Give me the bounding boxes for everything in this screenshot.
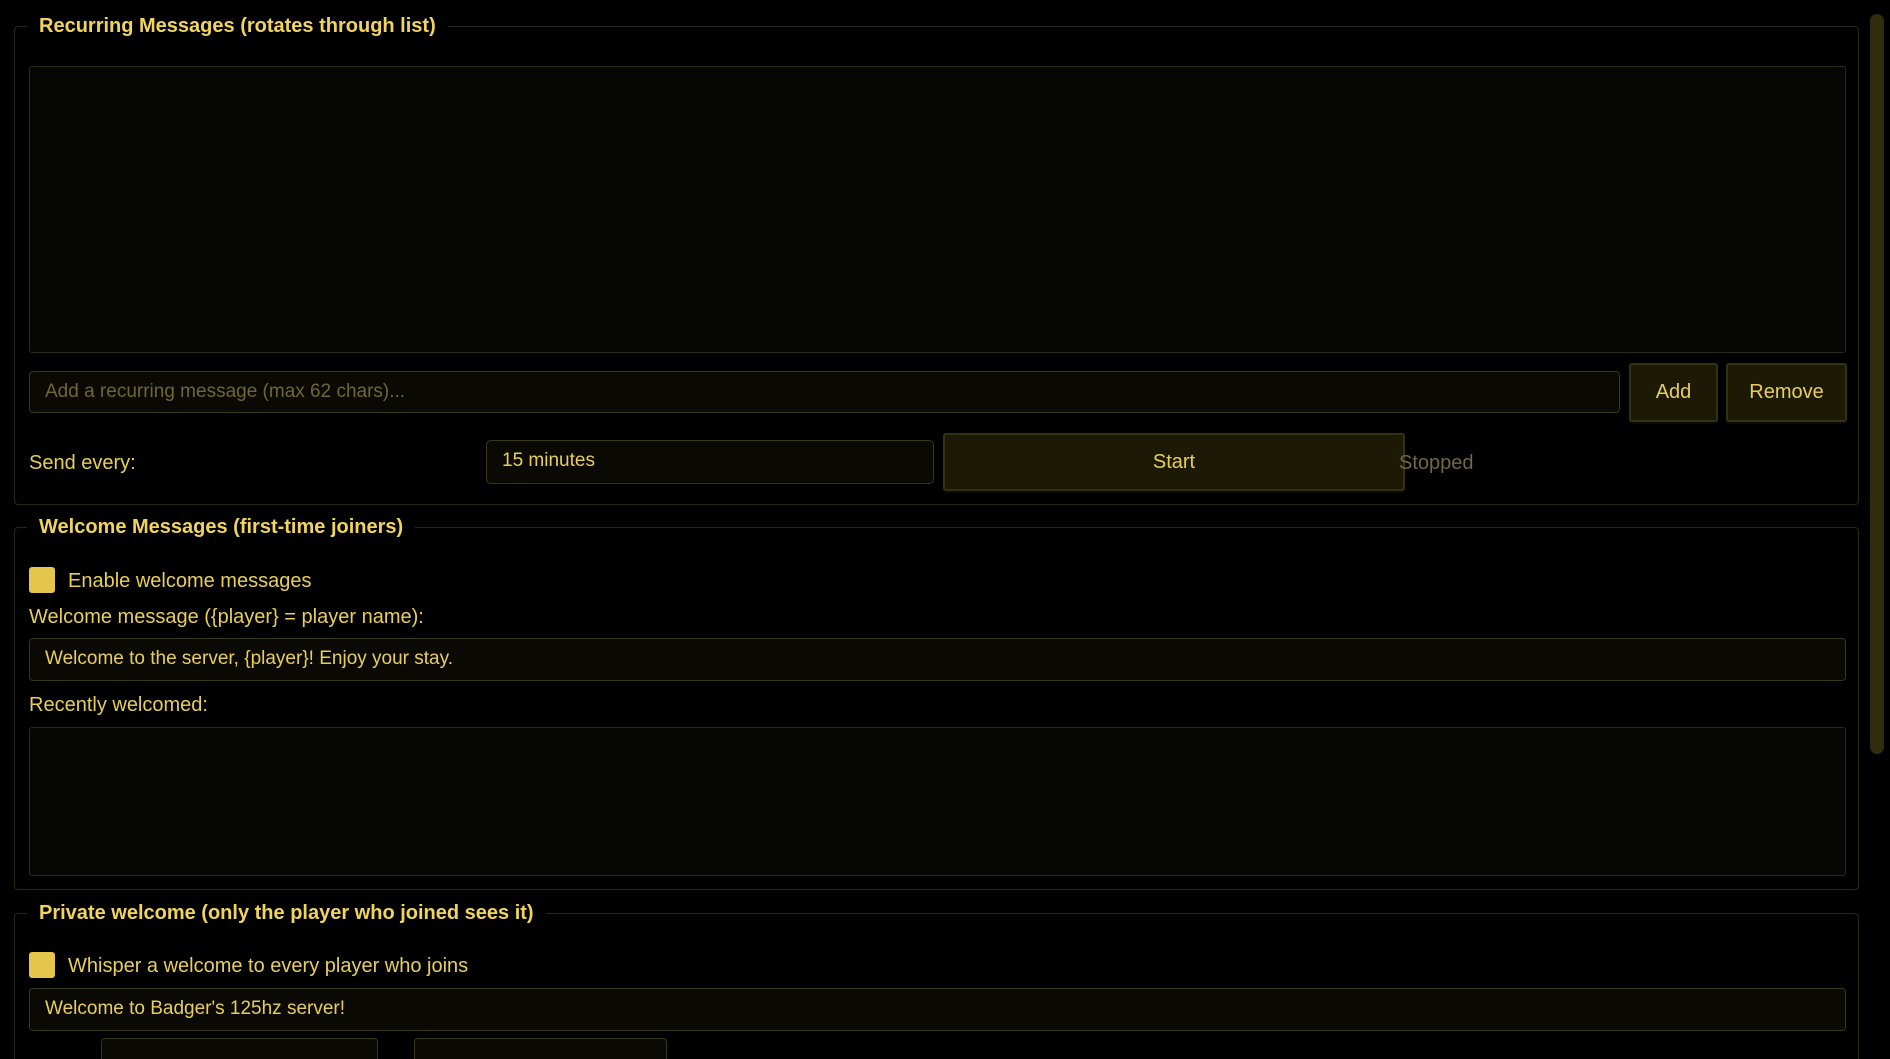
enable-welcome-checkbox[interactable] bbox=[29, 567, 55, 593]
private-welcome-title: Private welcome (only the player who joi… bbox=[27, 900, 546, 926]
add-button[interactable]: Add bbox=[1629, 363, 1718, 422]
whisper-welcome-label: Whisper a welcome to every player who jo… bbox=[68, 955, 469, 977]
recently-welcomed-list[interactable] bbox=[29, 727, 1846, 876]
scrollbar-thumb[interactable] bbox=[1870, 14, 1884, 754]
recurring-messages-group: Recurring Messages (rotates through list… bbox=[14, 13, 1859, 505]
whisper-welcome-checkbox[interactable] bbox=[29, 952, 55, 978]
scrollbar-track[interactable] bbox=[1864, 0, 1890, 1059]
recurring-messages-title: Recurring Messages (rotates through list… bbox=[27, 13, 448, 39]
remove-button[interactable]: Remove bbox=[1726, 363, 1847, 422]
recurring-messages-list[interactable] bbox=[29, 66, 1846, 353]
interval-select[interactable]: 15 minutes bbox=[486, 440, 934, 484]
private-welcome-input[interactable]: Welcome to Badger's 125hz server! bbox=[29, 988, 1846, 1031]
private-welcome-option-field-2[interactable] bbox=[414, 1038, 667, 1059]
recurring-message-input[interactable]: Add a recurring message (max 62 chars)..… bbox=[29, 371, 1620, 413]
recently-welcomed-label: Recently welcomed: bbox=[29, 694, 208, 716]
welcome-message-input[interactable]: Welcome to the server, {player}! Enjoy y… bbox=[29, 638, 1846, 681]
private-welcome-option-field-1[interactable] bbox=[101, 1038, 378, 1059]
welcome-messages-group: Welcome Messages (first-time joiners) En… bbox=[14, 514, 1859, 890]
welcome-messages-title: Welcome Messages (first-time joiners) bbox=[27, 514, 416, 540]
recurring-status: Stopped bbox=[1399, 452, 1474, 474]
start-button[interactable]: Start bbox=[943, 433, 1405, 491]
private-welcome-group: Private welcome (only the player who joi… bbox=[14, 900, 1859, 1059]
enable-welcome-label: Enable welcome messages bbox=[68, 570, 312, 592]
page: Recurring Messages (rotates through list… bbox=[0, 0, 1890, 1059]
send-every-label: Send every: bbox=[29, 452, 136, 474]
welcome-message-label: Welcome message ({player} = player name)… bbox=[29, 606, 424, 628]
